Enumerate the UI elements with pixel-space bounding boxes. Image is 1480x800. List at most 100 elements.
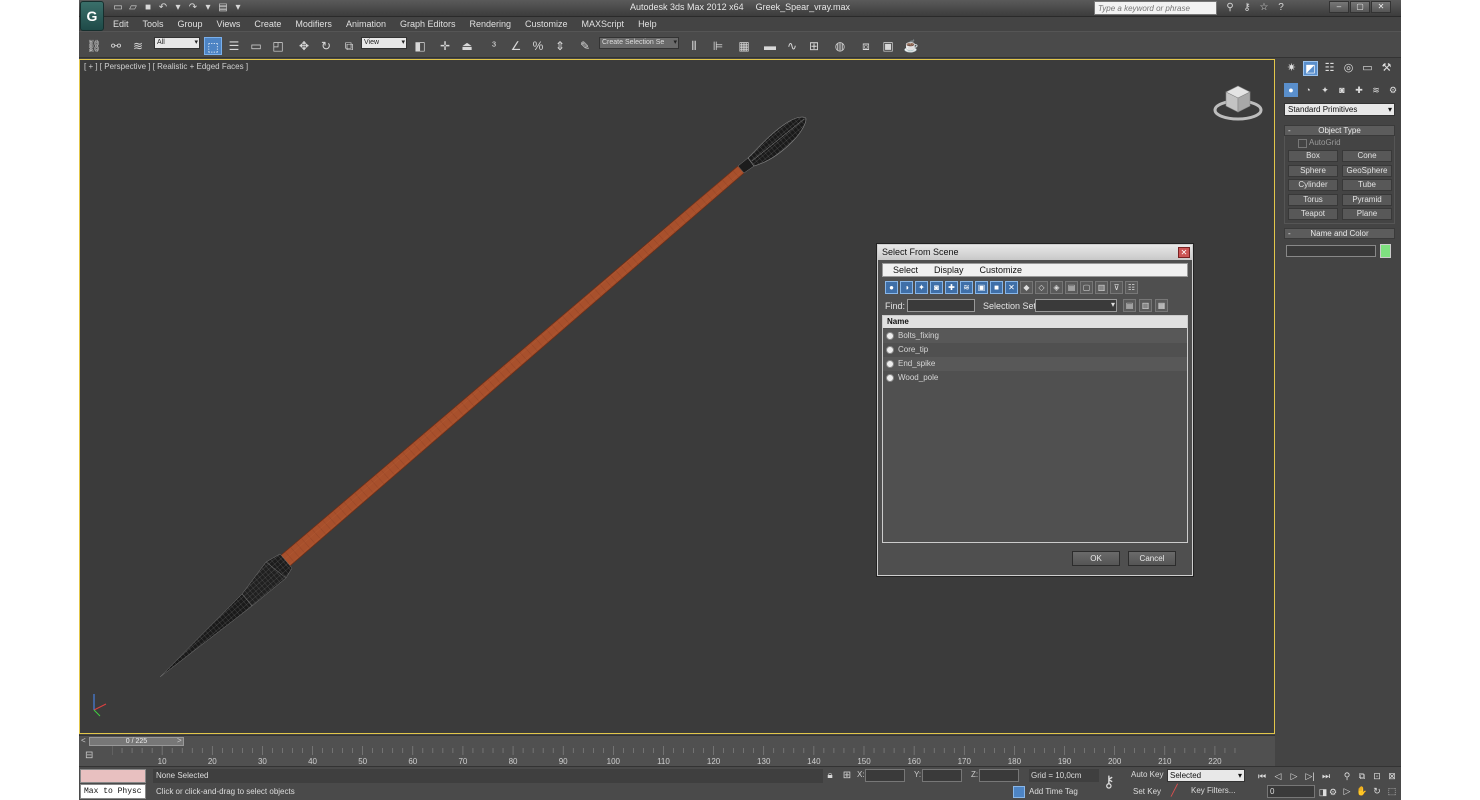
orbit-icon[interactable]: ↻ — [1371, 785, 1383, 797]
z-coordinate-input[interactable] — [979, 769, 1019, 782]
maximize-viewport-icon[interactable]: ⬚ — [1386, 785, 1398, 797]
display-groups-icon[interactable]: ▣ — [975, 281, 988, 294]
maximize-button[interactable]: ▢ — [1350, 1, 1370, 13]
reference-coord-dropdown[interactable]: View — [361, 37, 407, 49]
rect-selection-icon[interactable]: ▭ — [247, 37, 265, 55]
menu-edit[interactable]: Edit — [106, 17, 136, 31]
current-frame-input[interactable]: 0 — [1267, 785, 1315, 798]
ok-button[interactable]: OK — [1072, 551, 1120, 566]
display-none-icon[interactable]: ◇ — [1035, 281, 1048, 294]
menu-rendering[interactable]: Rendering — [463, 17, 519, 31]
mirror-icon[interactable]: ⫴ — [685, 37, 703, 55]
field-of-view-icon[interactable]: ▷ — [1341, 785, 1353, 797]
key-pen-icon[interactable]: ╱ — [1171, 784, 1178, 797]
menu-customize[interactable]: Customize — [518, 17, 575, 31]
zoom-extents-all-icon[interactable]: ⊠ — [1386, 770, 1398, 782]
layer-manager-icon[interactable]: ▦ — [735, 37, 753, 55]
next-frame-icon[interactable]: ▷| — [1304, 770, 1316, 782]
redo-icon[interactable]: ↷ — [187, 2, 199, 14]
display-bones-icon[interactable]: ✕ — [1005, 281, 1018, 294]
teapot-button[interactable]: Teapot — [1288, 208, 1338, 220]
cameras-category-icon[interactable]: ◙ — [1335, 83, 1349, 97]
select-none-icon[interactable]: ▢ — [1080, 281, 1093, 294]
cylinder-button[interactable]: Cylinder — [1288, 179, 1338, 191]
angle-snap-icon[interactable]: ∠ — [507, 37, 525, 55]
zoom-extents-icon[interactable]: ⊡ — [1371, 770, 1383, 782]
utilities-tab-icon[interactable]: ⚒ — [1379, 61, 1394, 76]
undo-dropdown-icon[interactable]: ▾ — [172, 2, 184, 14]
rotate-icon[interactable]: ↻ — [317, 37, 335, 55]
3dsmax-logo-icon[interactable]: G — [80, 1, 104, 31]
selection-filter-dropdown[interactable]: All — [154, 37, 200, 49]
find-wildcard-icon[interactable]: ▥ — [1139, 299, 1152, 312]
curve-editor-icon[interactable]: ∿ — [783, 37, 801, 55]
unlink-icon[interactable]: ⚯ — [107, 37, 125, 55]
maxscript-listener-input[interactable]: Max to Physc — [80, 784, 146, 799]
render-setup-icon[interactable]: ⧈ — [857, 37, 875, 55]
object-type-rollout-header[interactable]: Object Type — [1284, 125, 1395, 136]
geometry-category-icon[interactable]: ● — [1284, 83, 1298, 97]
object-color-swatch[interactable] — [1380, 244, 1391, 258]
snap-3d-icon[interactable]: ³ — [485, 37, 503, 55]
display-invert-icon[interactable]: ◈ — [1050, 281, 1063, 294]
shapes-category-icon[interactable]: ◔ — [1301, 83, 1315, 97]
display-spacewarps-icon[interactable]: ≋ — [960, 281, 973, 294]
render-production-icon[interactable]: ☕ — [902, 37, 920, 55]
percent-snap-icon[interactable]: % — [529, 37, 547, 55]
display-helpers-icon[interactable]: ✚ — [945, 281, 958, 294]
menu-help[interactable]: Help — [631, 17, 664, 31]
set-key-button[interactable]: Set Key — [1133, 787, 1161, 796]
select-manipulate-icon[interactable]: ✛ — [436, 37, 454, 55]
select-by-name-icon[interactable]: ☰ — [225, 37, 243, 55]
zoom-icon[interactable]: ⚲ — [1341, 770, 1353, 782]
absolute-mode-icon[interactable]: ⊞ — [841, 770, 853, 782]
object-name-input[interactable] — [1286, 245, 1376, 257]
find-input[interactable] — [907, 299, 975, 312]
minimize-button[interactable]: – — [1329, 1, 1349, 13]
ribbon-icon[interactable]: ▬ — [761, 37, 779, 55]
core-tip-mesh[interactable] — [737, 116, 807, 174]
menu-maxscript[interactable]: MAXScript — [575, 17, 632, 31]
material-editor-icon[interactable]: ◍ — [831, 37, 849, 55]
dialog-menu-display[interactable]: Display — [924, 264, 970, 276]
display-cameras-icon[interactable]: ◙ — [930, 281, 943, 294]
dialog-menu-customize[interactable]: Customize — [970, 264, 1029, 276]
sphere-button[interactable]: Sphere — [1288, 165, 1338, 177]
go-to-start-icon[interactable]: ⏮ — [1256, 770, 1268, 782]
hierarchy-tab-icon[interactable]: ☷ — [1322, 61, 1337, 76]
dialog-title[interactable]: Select From Scene — [878, 245, 1192, 260]
list-item[interactable]: Core_tip — [883, 343, 1187, 357]
end-spike-mesh[interactable] — [159, 553, 293, 678]
display-geometry-icon[interactable]: ● — [885, 281, 898, 294]
select-invert-icon[interactable]: ▥ — [1095, 281, 1108, 294]
column-header-name[interactable]: Name — [883, 316, 1187, 328]
y-coordinate-input[interactable] — [922, 769, 962, 782]
systems-category-icon[interactable]: ⚙ — [1386, 83, 1400, 97]
link-icon[interactable]: ⛓ — [85, 37, 103, 55]
star-icon[interactable]: ☆ — [1258, 2, 1270, 14]
key-filters-button[interactable]: Key Filters... — [1191, 786, 1235, 795]
align-icon[interactable]: ⊫ — [709, 37, 727, 55]
new-file-icon[interactable]: ▭ — [112, 2, 124, 14]
time-prev-arrow-icon[interactable]: < — [81, 736, 86, 745]
autogrid-checkbox[interactable]: AutoGrid — [1298, 138, 1341, 148]
menu-modifiers[interactable]: Modifiers — [288, 17, 339, 31]
menu-create[interactable]: Create — [247, 17, 288, 31]
add-time-tag-button[interactable]: Add Time Tag — [1029, 787, 1078, 796]
key-icon[interactable]: ⚷ — [1103, 772, 1115, 792]
pyramid-button[interactable]: Pyramid — [1342, 194, 1392, 206]
spacewarps-category-icon[interactable]: ≋ — [1369, 83, 1383, 97]
select-object-icon[interactable]: ⬚ — [204, 37, 222, 55]
schematic-view-icon[interactable]: ⊞ — [805, 37, 823, 55]
display-tab-icon[interactable]: ▭ — [1360, 61, 1375, 76]
spinner-snap-icon[interactable]: ⇕ — [551, 37, 569, 55]
open-file-icon[interactable]: ▱ — [127, 2, 139, 14]
list-item[interactable]: End_spike — [883, 357, 1187, 371]
cancel-button[interactable]: Cancel — [1128, 551, 1176, 566]
time-slider[interactable]: 0 / 225 — [89, 737, 184, 746]
select-all-icon[interactable]: ▤ — [1065, 281, 1078, 294]
auto-key-button[interactable]: Auto Key — [1131, 770, 1163, 779]
rendered-frame-icon[interactable]: ▣ — [879, 37, 897, 55]
mini-curve-editor-icon[interactable]: ⊟ — [85, 750, 93, 761]
named-selection-dropdown[interactable]: Create Selection Se — [599, 37, 679, 49]
